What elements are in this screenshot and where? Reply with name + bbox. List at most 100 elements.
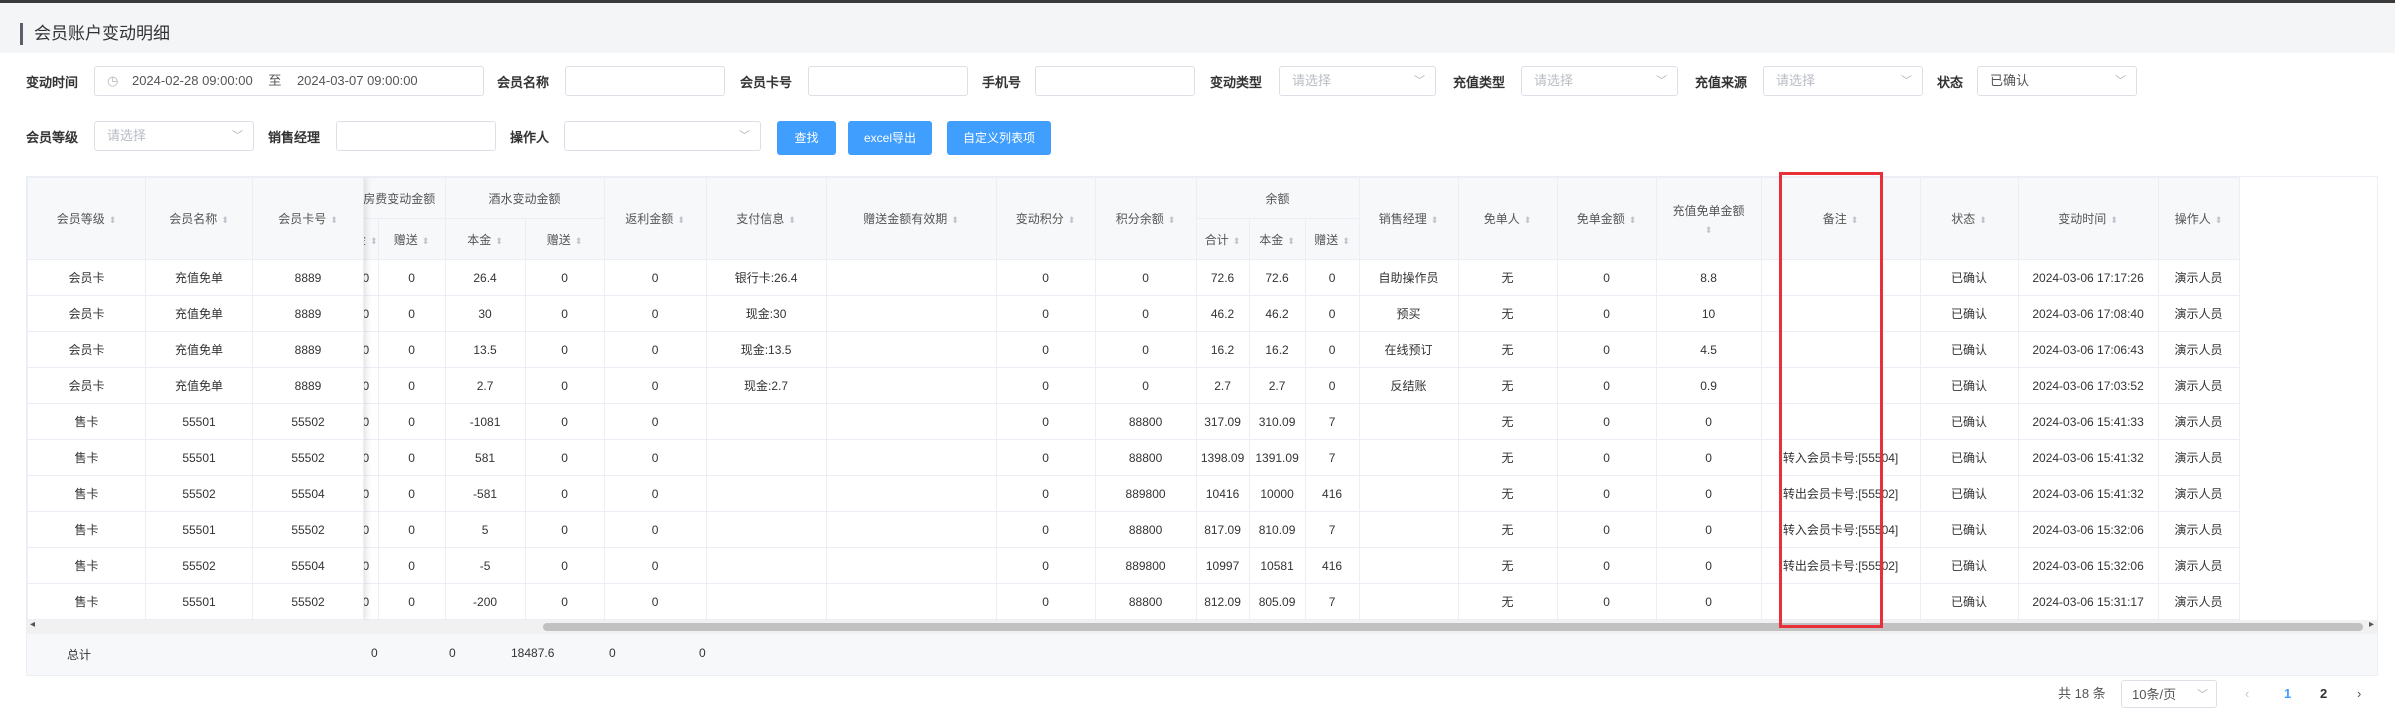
member-level-select[interactable]: 请选择 ﹀ <box>94 121 254 151</box>
scrollbar-thumb[interactable] <box>543 623 2363 631</box>
cell-operator: 演示人员 <box>2157 331 2240 368</box>
scroll-left-icon[interactable]: ◂ <box>30 619 35 630</box>
member-name-label: 会员名称 <box>497 75 550 90</box>
phone-input[interactable] <box>1035 66 1195 96</box>
change-type-label: 变动类型 <box>1210 75 1263 90</box>
date-end: 2024-03-07 09:00:00 <box>296 73 418 88</box>
page-2-button[interactable]: 2 <box>2320 680 2327 708</box>
col-balance-principal[interactable]: 本金 ⬍ <box>1248 218 1306 260</box>
col-waiver-amount[interactable]: 免单金额 ⬍ <box>1556 177 1657 260</box>
cell-balance-total: 72.6 <box>1195 259 1250 296</box>
date-range-picker[interactable]: ◷ 2024-02-28 09:00:00 至 2024-03-07 09:00… <box>94 66 484 96</box>
page-size-select[interactable]: 10条/页 ﹀ <box>2121 680 2217 708</box>
cell-sales-manager <box>1358 475 1459 512</box>
col-balance-gift[interactable]: 赠送 ⬍ <box>1304 218 1360 260</box>
col-status[interactable]: 状态 ⬍ <box>1919 177 2019 260</box>
col-operator[interactable]: 操作人 ⬍ <box>2157 177 2240 260</box>
cell-waiver-amount: 0 <box>1556 331 1657 368</box>
table-row-fixed[interactable]: 售卡 55501 55502 <box>27 403 364 440</box>
sales-manager-input[interactable] <box>336 121 496 151</box>
cell-points-change: 0 <box>995 403 1096 440</box>
recharge-source-select[interactable]: 请选择 ﹀ <box>1763 66 1923 96</box>
cell-sales-manager <box>1358 511 1459 548</box>
scroll-right-icon[interactable]: ▸ <box>2369 619 2374 630</box>
col-wine-gift[interactable]: 赠送 ⬍ <box>524 218 605 260</box>
cell-level: 会员卡 <box>27 259 146 296</box>
table-row-fixed[interactable]: 售卡 55501 55502 <box>27 439 364 476</box>
recharge-type-select[interactable]: 请选择 ﹀ <box>1521 66 1678 96</box>
col-points-change[interactable]: 变动积分 ⬍ <box>995 177 1096 260</box>
cell-waiver-amount: 0 <box>1556 583 1657 620</box>
custom-columns-button[interactable]: 自定义列表项 <box>947 121 1051 155</box>
search-button[interactable]: 查找 <box>777 121 836 155</box>
totals-wine-principal: 18487.6 <box>511 646 555 660</box>
cell-waiver-amount: 0 <box>1556 547 1657 584</box>
table-row-fixed[interactable]: 会员卡 充值免单 8889 <box>27 295 364 332</box>
col-recharge-waiver[interactable]: 充值免单金额 ⬍ <box>1655 177 1762 260</box>
col-waiver-person[interactable]: 免单人 ⬍ <box>1457 177 1558 260</box>
prev-page-button[interactable]: ‹ <box>2245 680 2249 708</box>
cell-balance-principal: 10581 <box>1248 547 1306 584</box>
table-row-fixed[interactable]: 售卡 55502 55504 <box>27 475 364 512</box>
col-waiver-person-label: 免单人 <box>1483 212 1520 226</box>
cell-wine-gift: 0 <box>524 331 605 368</box>
group-room-fee: 房费变动金额 <box>353 177 446 219</box>
cell-card[interactable]: 55502 <box>252 403 364 440</box>
cell-name: 55501 <box>145 583 253 620</box>
cell-recharge-waiver: 0 <box>1655 475 1762 512</box>
cell-balance-total: 817.09 <box>1195 511 1250 548</box>
cell-operator: 演示人员 <box>2157 439 2240 476</box>
table-row-fixed[interactable]: 售卡 55501 55502 <box>27 583 364 620</box>
cell-wine-principal: -5 <box>444 547 526 584</box>
col-balance-total[interactable]: 合计 ⬍ <box>1195 218 1250 260</box>
col-rebate[interactable]: 返利金额 ⬍ <box>603 177 707 260</box>
col-wine-principal[interactable]: 本金 ⬍ <box>444 218 526 260</box>
cell-points-change: 0 <box>995 547 1096 584</box>
cell-level: 售卡 <box>27 475 146 512</box>
member-name-input[interactable] <box>565 66 725 96</box>
col-name[interactable]: 会员名称 ⬍ <box>145 177 253 260</box>
cell-card[interactable]: 55502 <box>252 583 364 620</box>
col-points-balance[interactable]: 积分余额 ⬍ <box>1094 177 1197 260</box>
horizontal-scrollbar[interactable]: ◂ ▸ <box>27 619 2377 634</box>
col-card[interactable]: 会员卡号 ⬍ <box>252 177 364 260</box>
next-page-button[interactable]: › <box>2357 680 2361 708</box>
col-change-time[interactable]: 变动时间 ⬍ <box>2017 177 2159 260</box>
table-row-fixed[interactable]: 会员卡 充值免单 8889 <box>27 367 364 404</box>
cell-level: 售卡 <box>27 403 146 440</box>
sort-icon: ⬍ <box>677 215 685 225</box>
cell-room-gift: 0 <box>377 583 446 620</box>
table-row-fixed[interactable]: 会员卡 充值免单 8889 <box>27 259 364 296</box>
cell-rebate: 0 <box>603 439 707 476</box>
col-room-gift[interactable]: 赠送 ⬍ <box>377 218 446 260</box>
cell-waiver-person: 无 <box>1457 259 1558 296</box>
table-row-fixed[interactable]: 售卡 55502 55504 <box>27 547 364 584</box>
cell-wine-principal: 581 <box>444 439 526 476</box>
cell-rebate: 0 <box>603 331 707 368</box>
col-gift-validity[interactable]: 赠送金额有效期 ⬍ <box>825 177 997 260</box>
col-payment[interactable]: 支付信息 ⬍ <box>705 177 827 260</box>
cell-points-balance: 0 <box>1094 367 1197 404</box>
totals-row: 总计 0 0 18487.6 0 0 <box>27 634 2377 675</box>
operator-select[interactable]: ﹀ <box>564 121 761 151</box>
recharge-source-placeholder: 请选择 <box>1776 73 1816 88</box>
cell-operator: 演示人员 <box>2157 403 2240 440</box>
cell-level: 会员卡 <box>27 295 146 332</box>
cell-points-change: 0 <box>995 583 1096 620</box>
cell-status: 已确认 <box>1919 547 2019 584</box>
change-type-select[interactable]: 请选择 ﹀ <box>1279 66 1436 96</box>
chevron-down-icon: ﹀ <box>739 130 750 142</box>
cell-balance-total: 10416 <box>1195 475 1250 512</box>
col-sales-manager[interactable]: 销售经理 ⬍ <box>1358 177 1459 260</box>
cell-card: 8889 <box>252 295 364 332</box>
card-no-input[interactable] <box>808 66 968 96</box>
change-time-label: 变动时间 <box>26 75 79 90</box>
table-row-fixed[interactable]: 会员卡 充值免单 8889 <box>27 331 364 368</box>
col-level[interactable]: 会员等级 ⬍ <box>27 177 146 260</box>
recharge-source-label: 充值来源 <box>1695 75 1748 90</box>
table-row-fixed[interactable]: 售卡 55501 55502 <box>27 511 364 548</box>
cell-rebate: 0 <box>603 259 707 296</box>
page-1-button[interactable]: 1 <box>2284 680 2291 708</box>
status-select[interactable]: 已确认 ﹀ <box>1977 66 2137 96</box>
excel-export-button[interactable]: excel导出 <box>848 121 932 155</box>
